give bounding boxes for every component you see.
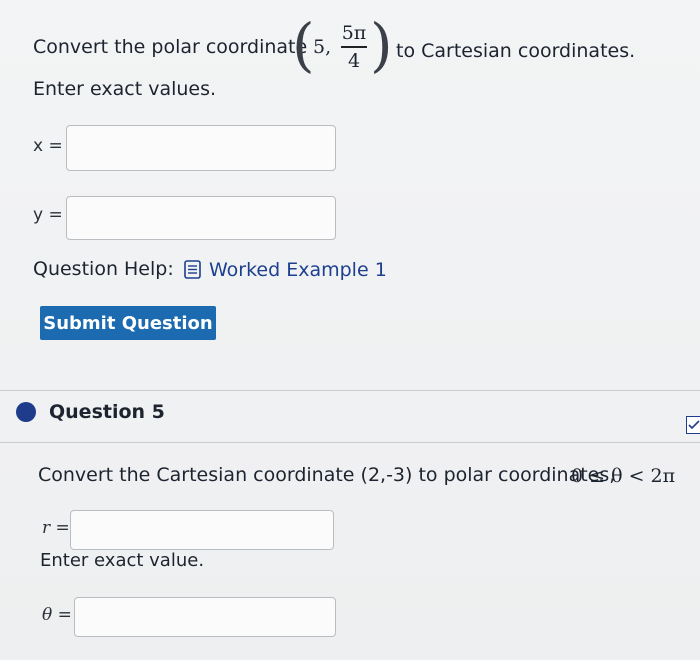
y-label: y = [33, 205, 63, 225]
worked-example-link[interactable]: Worked Example 1 [183, 259, 387, 281]
q4-prompt-before: Convert the polar coordinate [33, 36, 308, 58]
checkmark-icon [688, 420, 700, 430]
question-help-label: Question Help: [33, 258, 174, 280]
fraction-denominator: 4 [347, 49, 361, 72]
r-hint: Enter exact value. [40, 550, 205, 571]
q5-title: Question 5 [49, 401, 165, 423]
document-icon [184, 260, 201, 279]
r-label: r = [42, 518, 70, 538]
submit-question-button[interactable]: Submit Question [40, 306, 216, 340]
right-paren: ) [370, 11, 393, 79]
worked-example-label: Worked Example 1 [209, 259, 387, 281]
q5-prompt: Convert the Cartesian coordinate (2,-3) … [38, 464, 616, 486]
divider-top [0, 390, 700, 391]
fraction-numerator: 5π [341, 22, 367, 44]
theta-label: θ = [42, 605, 72, 625]
x-label: x = [33, 136, 63, 156]
divider-bottom [0, 442, 700, 443]
r-input[interactable] [70, 510, 334, 550]
x-input[interactable] [66, 125, 336, 171]
polar-theta-fraction: 5π 4 [341, 22, 367, 72]
fraction-bar [341, 46, 367, 48]
theta-input[interactable] [74, 597, 336, 637]
polar-r: 5, [313, 36, 332, 58]
checkbox-icon[interactable] [686, 416, 700, 434]
y-input[interactable] [66, 196, 336, 240]
q4-prompt-after: to Cartesian coordinates. [396, 40, 636, 62]
question-bullet-icon [16, 402, 36, 422]
left-paren: ( [292, 11, 315, 79]
q5-constraint: 0 ≤ θ < 2π [571, 465, 676, 487]
q4-instruction: Enter exact values. [33, 78, 217, 100]
